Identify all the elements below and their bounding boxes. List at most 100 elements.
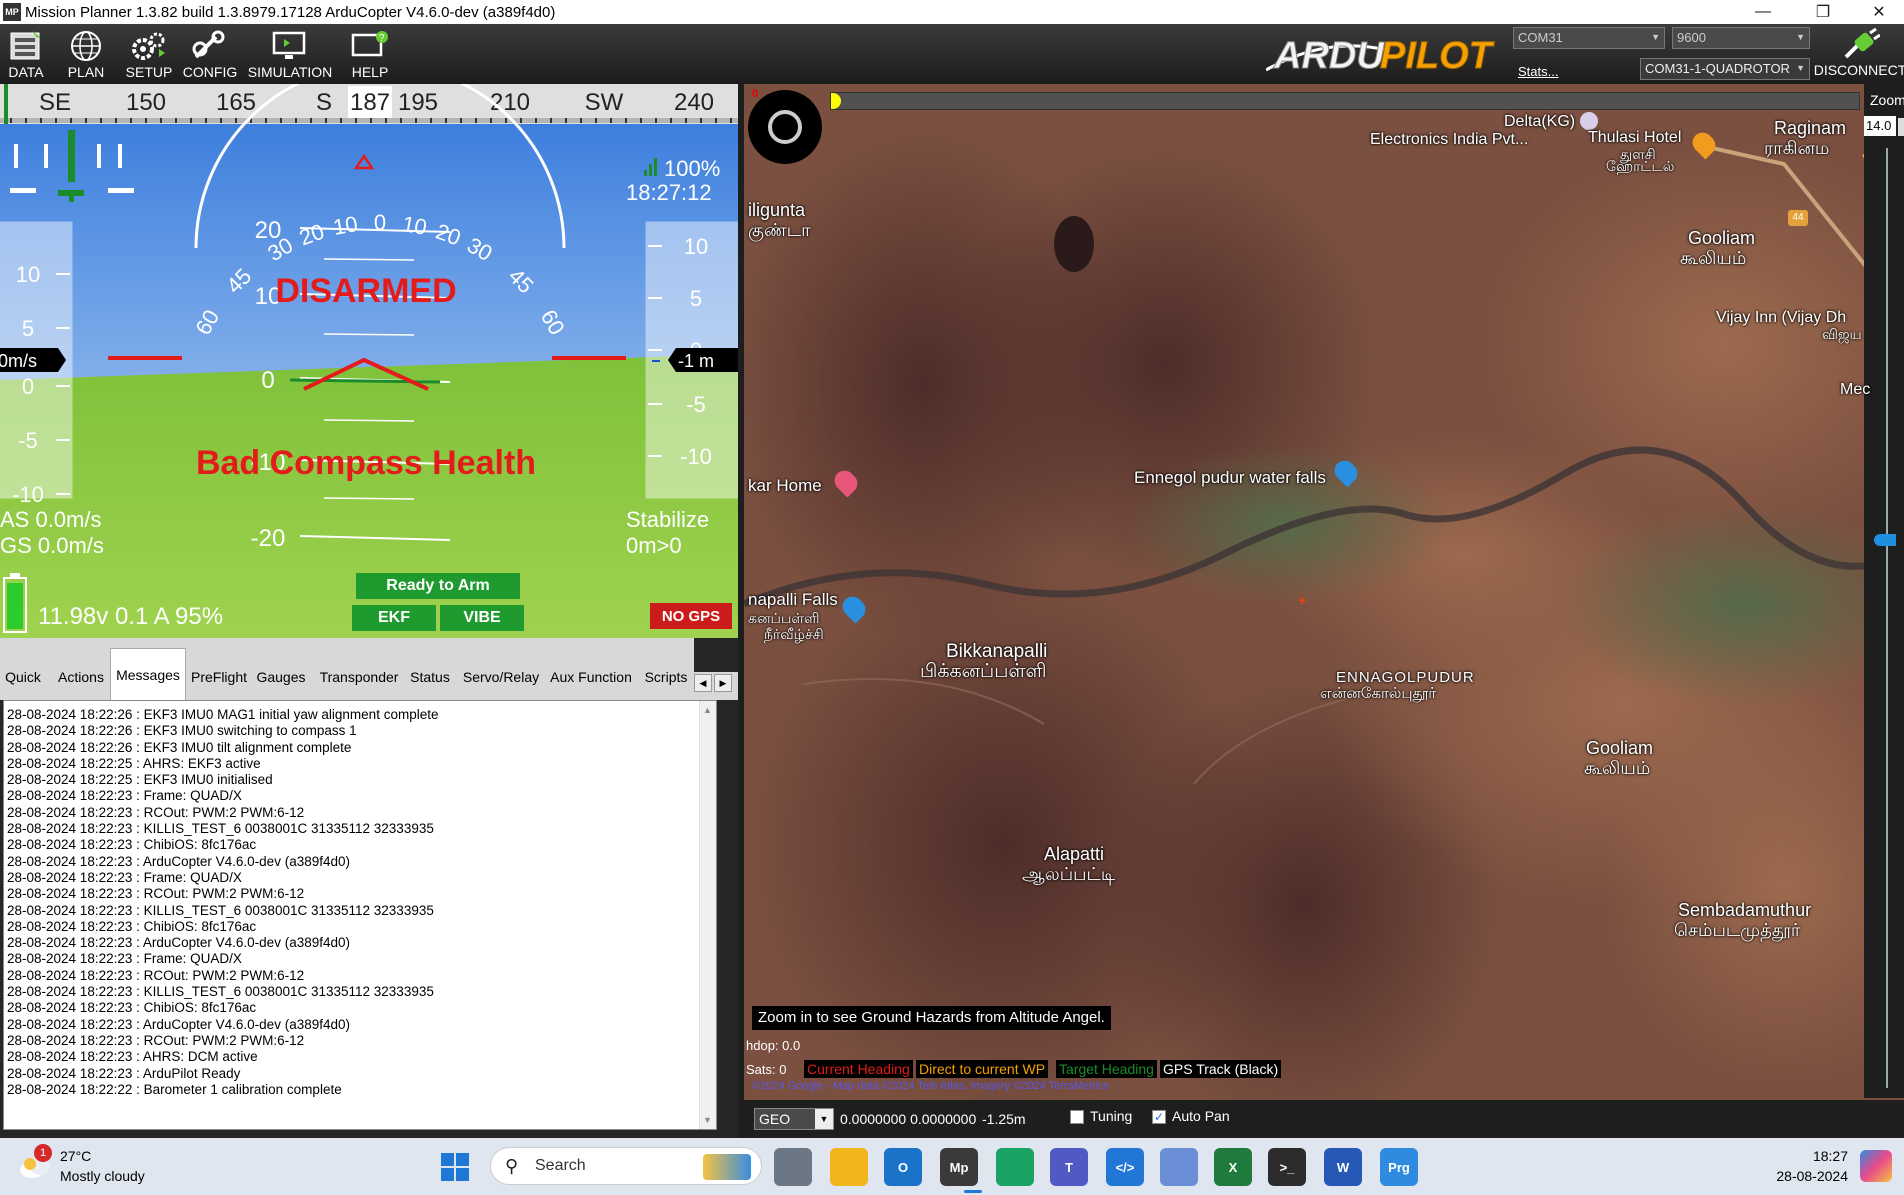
compass-tick xyxy=(520,118,522,123)
tab-scroll-left-icon[interactable]: ◀ xyxy=(694,674,712,692)
compass-tick xyxy=(190,118,192,123)
altitude-readout: -1.25m xyxy=(982,1111,1026,1127)
scroll-down-icon[interactable]: ▼ xyxy=(703,1115,712,1125)
tab-preflight[interactable]: PreFlight xyxy=(188,654,250,700)
compass-tick xyxy=(640,118,642,123)
compass-tick xyxy=(490,118,492,123)
tab-actions[interactable]: Actions xyxy=(56,654,106,700)
baud-select[interactable]: 9600 ▼ xyxy=(1672,27,1810,49)
compass-tick xyxy=(10,118,12,123)
clock-date[interactable]: 28-08-2024 xyxy=(1756,1168,1848,1184)
task-view-icon[interactable] xyxy=(774,1148,812,1186)
pitch-ladder-minor xyxy=(323,258,415,261)
teams-icon[interactable]: T xyxy=(1050,1148,1088,1186)
gps-status-badge[interactable]: NO GPS xyxy=(650,603,732,629)
start-windows-icon[interactable] xyxy=(440,1152,470,1182)
messages-scrollbar[interactable]: ▲ ▼ xyxy=(699,701,716,1129)
ready-to-arm-indicator[interactable]: Ready to Arm xyxy=(356,573,520,599)
tab-gauges[interactable]: Gauges xyxy=(254,654,308,700)
disconnect-button[interactable]: DISCONNECT xyxy=(1814,26,1904,82)
map-status-bar: GEO ▼ 0.0000000 0.0000000 -1.25m Tuning … xyxy=(744,1100,1904,1138)
outlook-icon[interactable]: O xyxy=(884,1148,922,1186)
coord-type-value: GEO xyxy=(759,1111,791,1127)
link-select[interactable]: COM31-1-QUADROTOR ▼ xyxy=(1640,58,1810,80)
tab-transponder[interactable]: Transponder xyxy=(314,654,404,700)
compass-label: SE xyxy=(39,89,71,116)
setup-button[interactable]: SETUP xyxy=(124,28,174,84)
zoom-value-input[interactable]: 14.0 xyxy=(1864,116,1896,136)
hud-canvas: SE 150 165 S 187 195 210 SW 240 60453020 10 0 10 203… xyxy=(0,84,738,638)
clock-time[interactable]: 18:27 xyxy=(1768,1148,1848,1164)
zoom-slider-handle[interactable] xyxy=(1874,534,1896,546)
tab-scroll-right-icon[interactable]: ▶ xyxy=(714,674,732,692)
tab-aux-function[interactable]: Aux Function xyxy=(548,654,634,700)
data-icon xyxy=(6,28,46,64)
word-icon[interactable]: W xyxy=(1324,1148,1362,1186)
edge-icon[interactable] xyxy=(996,1148,1034,1186)
excel-icon[interactable]: X xyxy=(1214,1148,1252,1186)
place-label: Bikkanapalli xyxy=(946,641,1048,662)
message-line: 28-08-2024 18:22:23 : RCOut: PWM:2 PWM:6… xyxy=(7,886,305,902)
compass-tick xyxy=(505,118,507,123)
place-label: ஹோட்டல் xyxy=(1606,158,1675,174)
compass-tick xyxy=(265,118,267,123)
message-line: 28-08-2024 18:22:26 : EKF3 IMU0 MAG1 ini… xyxy=(7,707,439,722)
ekf-button[interactable]: EKF xyxy=(352,605,436,631)
legend-target-heading: Target Heading xyxy=(1056,1060,1157,1078)
maximize-button[interactable]: ❐ xyxy=(1800,0,1846,24)
zoom-spinner[interactable] xyxy=(1898,118,1904,136)
file-explorer-icon[interactable] xyxy=(830,1148,868,1186)
compass-tick xyxy=(130,118,132,123)
stats-link[interactable]: Stats... xyxy=(1518,64,1558,79)
close-button[interactable]: ✕ xyxy=(1856,0,1902,24)
port-select[interactable]: COM31 ▼ xyxy=(1513,27,1665,49)
tuning-checkbox[interactable] xyxy=(1070,1110,1084,1124)
tab-quick[interactable]: Quick xyxy=(0,654,46,700)
data-label: DATA xyxy=(8,64,44,80)
altitude-tick-label: -10 xyxy=(680,444,712,469)
tab-scripts[interactable]: Scripts xyxy=(640,654,692,700)
copilot-icon[interactable] xyxy=(1860,1150,1892,1182)
map-attribution: ©2024 Google - Map data ©2024 Tele Atlas… xyxy=(752,1080,1110,1092)
pitch-ladder-label: -20 xyxy=(251,525,286,552)
tab-messages[interactable]: Messages xyxy=(110,648,186,700)
baud-value: 9600 xyxy=(1677,30,1706,45)
altitude-tick-label: -5 xyxy=(686,392,706,417)
tab-servo-relay[interactable]: Servo/Relay xyxy=(460,654,542,700)
minimize-button[interactable]: — xyxy=(1740,0,1786,24)
messages-list[interactable]: 28-08-2024 18:22:26 : EKF3 IMU0 MAG1 ini… xyxy=(3,700,717,1130)
plan-button[interactable]: PLAN xyxy=(64,28,108,84)
taskbar-search-box[interactable]: ⚲ Search xyxy=(490,1147,762,1185)
place-label: Sembadamuthur xyxy=(1678,900,1812,920)
compass-tick xyxy=(580,118,582,123)
message-line: 28-08-2024 18:22:23 : KILLIS_TEST_6 0038… xyxy=(7,984,434,1000)
message-line: 28-08-2024 18:22:23 : RCOut: PWM:2 PWM:6… xyxy=(7,804,305,820)
place-label: குண்டா xyxy=(748,220,811,240)
programs-icon[interactable]: Prg xyxy=(1380,1148,1418,1186)
compass-label: 240 xyxy=(674,89,714,116)
data-button[interactable]: DATA xyxy=(4,28,48,84)
message-line: 28-08-2024 18:22:26 : EKF3 IMU0 tilt ali… xyxy=(7,739,352,755)
coord-type-select[interactable]: GEO ▼ xyxy=(754,1108,834,1130)
compass-tick xyxy=(355,118,357,123)
scroll-up-icon[interactable]: ▲ xyxy=(703,705,712,715)
terminal-icon[interactable]: >_ xyxy=(1268,1148,1306,1186)
simulation-button[interactable]: SIMULATION xyxy=(248,28,332,84)
cloud-app-icon[interactable] xyxy=(1160,1148,1198,1186)
config-button[interactable]: CONFIG xyxy=(183,28,237,84)
compass-tick xyxy=(310,118,312,123)
mission-planner-taskbar-icon[interactable]: Mp xyxy=(940,1148,978,1186)
hud-time: 18:27:12 xyxy=(626,180,712,205)
vscode-icon[interactable]: </> xyxy=(1106,1148,1144,1186)
legend-direct-wp: Direct to current WP xyxy=(916,1060,1049,1078)
tab-status[interactable]: Status xyxy=(406,654,454,700)
compass-label: 210 xyxy=(490,89,530,116)
map-view[interactable]: 0 Zoom 14.0 Delta(KG) Electronics India … xyxy=(744,84,1904,1138)
autopan-checkbox[interactable]: ✓ xyxy=(1152,1110,1166,1124)
help-button[interactable]: ? HELP xyxy=(346,28,394,84)
vibe-button[interactable]: VIBE xyxy=(440,605,524,631)
bottom-left-panel: Quick Actions Messages PreFlight Gauges … xyxy=(0,638,738,1138)
place-label: napalli Falls xyxy=(748,590,838,609)
pitch-ladder-minor xyxy=(323,419,415,422)
message-line: 28-08-2024 18:22:23 : ArduPilot Ready xyxy=(7,1065,241,1081)
